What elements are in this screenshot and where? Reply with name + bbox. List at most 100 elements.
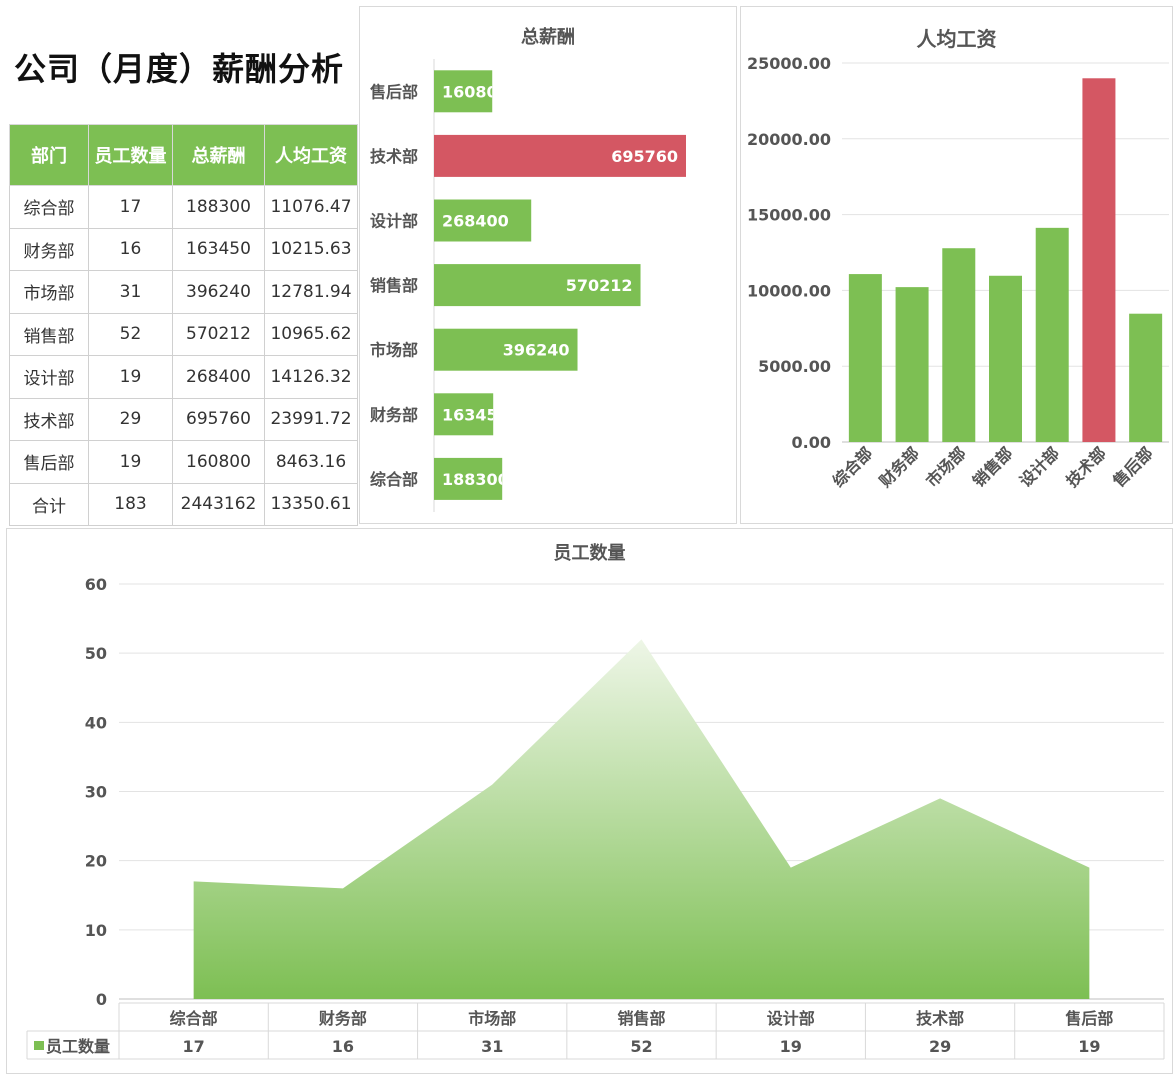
data-label: 396240 <box>503 341 570 360</box>
y-tick-label: 15000.00 <box>747 206 831 225</box>
x-tick-label: 售后部 <box>1065 1009 1113 1028</box>
data-label: 52 <box>630 1037 652 1056</box>
cell-dept: 市场部 <box>9 270 89 314</box>
cell-total: 163450 <box>172 227 265 271</box>
cell-headcount: 19 <box>88 355 173 399</box>
table-row: 销售部 52 570212 10965.62 <box>9 312 358 356</box>
cell-average: 10965.62 <box>264 312 358 356</box>
cell-headcount: 16 <box>88 227 173 271</box>
x-tick-label: 财务部 <box>875 443 923 491</box>
headcount-chart: 员工数量 0 10 20 30 40 50 60 综合部 17 财务部 16 市场部 31 销售部 52 设计… <box>6 528 1173 1074</box>
bar <box>1129 313 1163 442</box>
cell-headcount: 183 <box>88 482 173 526</box>
x-tick-label: 技术部 <box>916 1009 964 1028</box>
y-tick-label: 40 <box>85 713 107 732</box>
y-tick-label: 0 <box>96 990 107 1009</box>
y-tick-label: 25000.00 <box>747 54 831 73</box>
cell-total: 695760 <box>172 397 265 441</box>
bar <box>895 287 929 442</box>
table-total-row: 合计 183 2443162 13350.61 <box>9 482 358 526</box>
cell-dept: 综合部 <box>9 185 89 229</box>
category-label: 财务部 <box>369 405 418 424</box>
legend-swatch <box>34 1041 44 1050</box>
x-tick-label: 售后部 <box>1109 443 1156 490</box>
total-salary-chart: 总薪酬 售后部 16080 技术部 695760 设计部 268400 销售部 570212 市… <box>359 6 737 524</box>
table-row: 技术部 29 695760 23991.72 <box>9 397 358 441</box>
cell-dept: 设计部 <box>9 355 89 399</box>
data-label: 29 <box>929 1037 951 1056</box>
y-tick-label: 10 <box>85 921 107 940</box>
bar <box>989 275 1022 442</box>
cell-average: 23991.72 <box>264 397 358 441</box>
cell-dept: 财务部 <box>9 227 89 271</box>
x-tick-label: 综合部 <box>170 1009 218 1028</box>
average-salary-chart: 人均工资 0.00 5000.00 10000.00 15000.00 20000.00… <box>740 6 1173 524</box>
cell-headcount: 17 <box>88 185 173 229</box>
x-tick-label: 设计部 <box>1016 443 1063 490</box>
cell-dept: 合计 <box>9 482 89 526</box>
category-label: 销售部 <box>370 276 418 295</box>
category-label: 技术部 <box>370 147 418 166</box>
table-row: 财务部 16 163450 10215.63 <box>9 227 358 271</box>
bar <box>848 274 882 442</box>
category-label: 售后部 <box>370 82 418 101</box>
column-header-average-salary: 人均工资 <box>264 124 358 186</box>
x-tick-label: 销售部 <box>617 1009 665 1028</box>
data-label: 16345 <box>442 405 498 424</box>
column-header-headcount: 员工数量 <box>88 124 173 186</box>
y-tick-label: 0.00 <box>792 433 831 452</box>
cell-headcount: 19 <box>88 440 173 484</box>
legend-label: 员工数量 <box>46 1037 110 1056</box>
data-label: 268400 <box>442 212 509 231</box>
x-tick-label: 技术部 <box>1062 443 1109 490</box>
data-label: 695760 <box>611 147 678 166</box>
data-label: 16 <box>332 1037 354 1056</box>
cell-dept: 技术部 <box>9 397 89 441</box>
y-tick-label: 50 <box>85 644 107 663</box>
x-tick-label: 销售部 <box>969 443 1016 490</box>
table-row: 设计部 19 268400 14126.32 <box>9 355 358 399</box>
category-label: 综合部 <box>370 470 418 489</box>
data-label: 188300 <box>442 470 509 489</box>
x-tick-label: 财务部 <box>318 1009 367 1028</box>
cell-headcount: 31 <box>88 270 173 314</box>
data-label: 19 <box>780 1037 802 1056</box>
cell-headcount: 52 <box>88 312 173 356</box>
cell-total: 268400 <box>172 355 265 399</box>
x-tick-label: 综合部 <box>829 443 876 490</box>
cell-average: 10215.63 <box>264 227 358 271</box>
bar <box>942 248 976 442</box>
column-header-total-salary: 总薪酬 <box>172 124 265 186</box>
bar <box>1082 78 1116 442</box>
bar <box>1035 227 1069 442</box>
y-tick-label: 30 <box>85 783 107 802</box>
y-tick-label: 20 <box>85 852 107 871</box>
column-header-department: 部门 <box>9 124 89 186</box>
x-tick-label: 市场部 <box>922 443 969 490</box>
cell-total: 160800 <box>172 440 265 484</box>
cell-total: 396240 <box>172 270 265 314</box>
y-tick-label: 60 <box>85 575 107 594</box>
y-tick-label: 10000.00 <box>747 281 831 300</box>
table-row: 市场部 31 396240 12781.94 <box>9 270 358 314</box>
cell-total: 570212 <box>172 312 265 356</box>
total-salary-bar-chart: 售后部 16080 技术部 695760 设计部 268400 销售部 570212 市场部 39… <box>369 59 686 512</box>
page-title: 公司（月度）薪酬分析 <box>14 50 345 88</box>
cell-average: 14126.32 <box>264 355 358 399</box>
data-label: 16080 <box>442 82 498 101</box>
x-tick-label: 设计部 <box>767 1009 815 1028</box>
y-tick-label: 20000.00 <box>747 130 831 149</box>
table-row: 售后部 19 160800 8463.16 <box>9 440 358 484</box>
table-row: 综合部 17 188300 11076.47 <box>9 185 358 229</box>
cell-total: 2443162 <box>172 482 265 526</box>
headcount-area-chart: 0 10 20 30 40 50 60 综合部 17 财务部 16 市场部 31 销售部 52 设计部 19 技术… <box>26 575 1165 1060</box>
x-tick-label: 市场部 <box>468 1009 516 1028</box>
data-label: 31 <box>481 1037 503 1056</box>
data-label: 17 <box>183 1037 205 1056</box>
cell-average: 11076.47 <box>264 185 358 229</box>
category-label: 市场部 <box>370 341 418 360</box>
area-series <box>193 639 1090 999</box>
cell-average: 8463.16 <box>264 440 358 484</box>
data-label: 19 <box>1078 1037 1100 1056</box>
cell-dept: 售后部 <box>9 440 89 484</box>
